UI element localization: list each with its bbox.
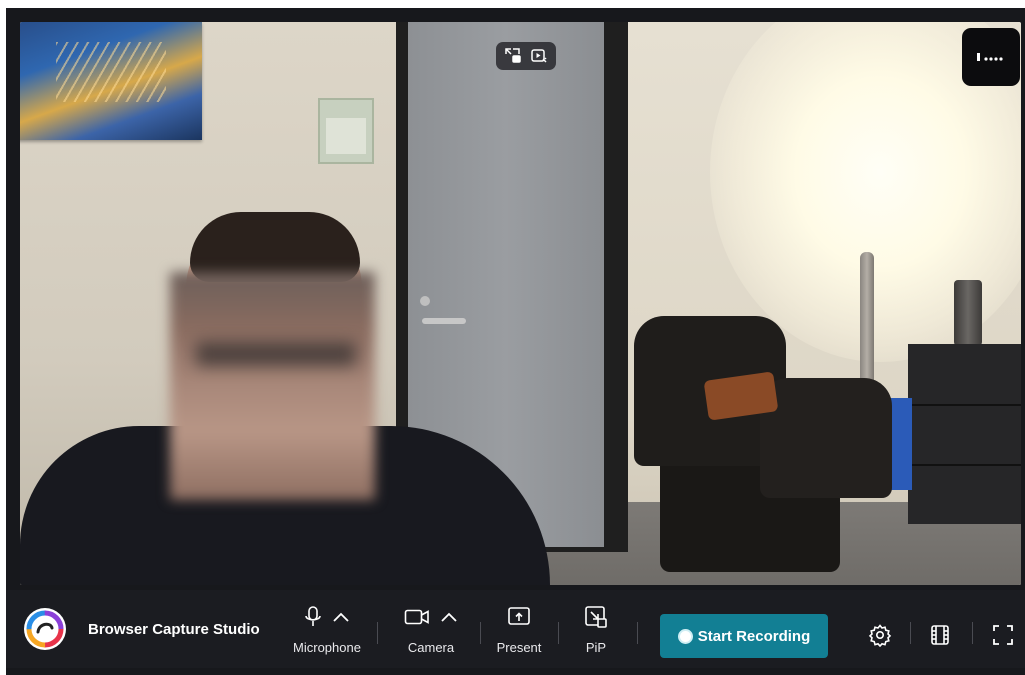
fullscreen-icon[interactable] — [988, 620, 1018, 650]
swap-layout-icon[interactable] — [502, 45, 524, 67]
present-control[interactable]: Present — [492, 604, 546, 655]
present-label: Present — [496, 640, 542, 655]
microphone-label: Microphone — [293, 640, 361, 655]
microphone-chevron-up-icon[interactable] — [332, 610, 350, 628]
gear-icon[interactable] — [865, 620, 895, 650]
camera-preview — [20, 22, 1021, 585]
scene-lamp — [860, 252, 874, 388]
face-blur-overlay — [170, 272, 375, 500]
scene-chair-arm — [760, 378, 892, 498]
video-camera-icon[interactable] — [404, 608, 430, 631]
face-blur-detail — [196, 342, 356, 366]
record-dot-icon — [677, 628, 693, 644]
camera-control[interactable]: Camera — [398, 604, 464, 655]
preview-overlay-controls — [496, 42, 556, 70]
microphone-icon[interactable] — [304, 605, 322, 634]
scene-coffee-maker — [954, 280, 982, 346]
scene-wall-plate — [318, 98, 374, 164]
app-window — [6, 8, 1025, 675]
app-title: Browser Capture Studio — [88, 621, 260, 638]
scene-door-handle — [422, 318, 466, 324]
screen-share-icon[interactable] — [507, 606, 531, 633]
toolbar-divider — [637, 622, 638, 644]
start-recording-button[interactable]: Start Recording — [660, 614, 828, 658]
app-logo-icon — [24, 608, 66, 650]
scene-door-lock — [420, 296, 430, 306]
pip-label: PiP — [585, 640, 607, 655]
camera-label: Camera — [407, 640, 455, 655]
toolbar-divider — [480, 622, 481, 644]
toolbar-divider — [558, 622, 559, 644]
start-recording-label: Start Recording — [697, 627, 811, 645]
picture-in-picture-icon[interactable] — [584, 605, 608, 634]
toolbar-divider — [377, 622, 378, 644]
drag-handle-icon[interactable] — [962, 28, 1020, 86]
toolbar-divider — [972, 622, 973, 644]
scene-cabinet — [908, 344, 1021, 524]
preview-play-icon[interactable] — [528, 45, 550, 67]
microphone-control[interactable]: Microphone — [290, 604, 364, 655]
scene-painting — [20, 22, 202, 140]
camera-chevron-up-icon[interactable] — [440, 610, 458, 628]
pip-control[interactable]: PiP — [574, 604, 618, 655]
filmstrip-icon[interactable] — [925, 620, 955, 650]
bottom-toolbar: Browser Capture Studio Microphone Camera… — [6, 590, 1025, 668]
toolbar-divider — [910, 622, 911, 644]
